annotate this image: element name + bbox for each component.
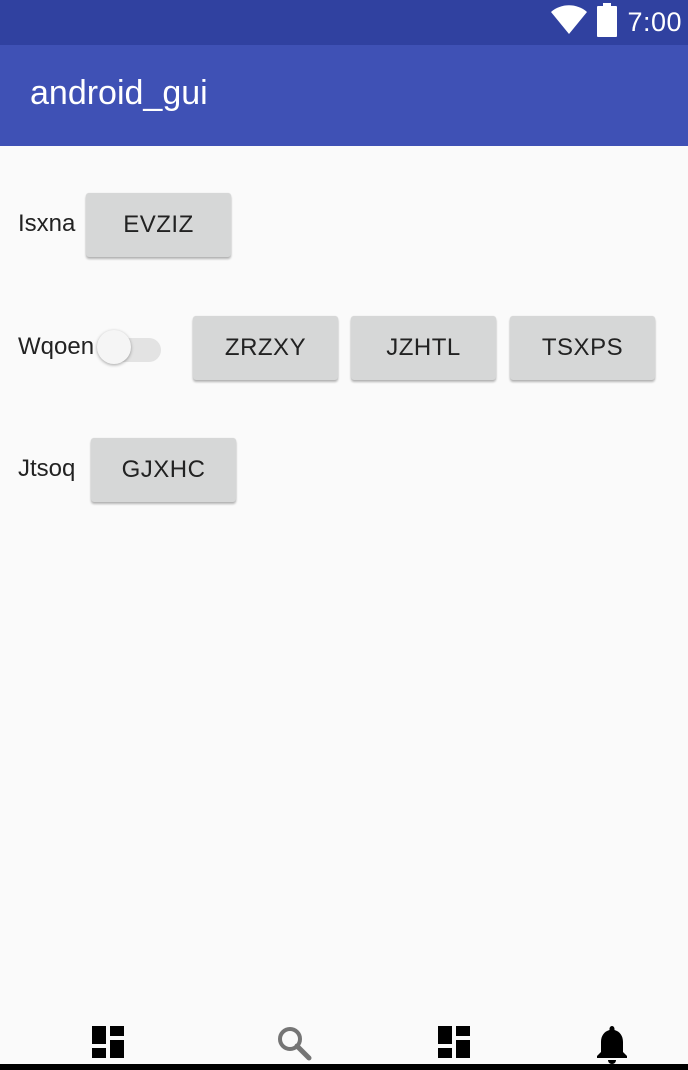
search-icon	[275, 1024, 315, 1069]
bottom-nav	[0, 1016, 688, 1070]
status-icons: 7:00	[551, 0, 682, 45]
tsxps-button[interactable]: TSXPS	[510, 316, 655, 380]
status-bar: 7:00	[0, 0, 688, 45]
app-title: android_gui	[30, 74, 208, 112]
wqoen-switch[interactable]	[97, 328, 163, 368]
row-label-wqoen: Wqoen	[18, 333, 95, 360]
nav-item-dashboard-1[interactable]	[88, 1024, 128, 1064]
nav-item-search[interactable]	[275, 1024, 315, 1064]
row-label-isxna: Isxna	[18, 210, 76, 237]
dashboard-icon	[90, 1024, 126, 1065]
switch-thumb[interactable]	[97, 330, 131, 364]
app-bar: android_gui	[0, 45, 688, 146]
content-area: Isxna EVZIZ Wqoen ZRZXY JZHTL TSXPS Jtso…	[0, 146, 688, 1016]
jzhtl-button[interactable]: JZHTL	[351, 316, 496, 380]
nav-item-notifications[interactable]	[592, 1024, 632, 1064]
dashboard-icon	[436, 1024, 472, 1065]
evziz-button[interactable]: EVZIZ	[86, 193, 231, 257]
notifications-icon	[594, 1024, 630, 1069]
row-label-jtsoq: Jtsoq	[18, 455, 76, 482]
zrzxy-button[interactable]: ZRZXY	[193, 316, 338, 380]
nav-item-dashboard-2[interactable]	[434, 1024, 474, 1064]
nav-bottom-edge	[0, 1064, 688, 1070]
status-time: 7:00	[627, 7, 682, 37]
wifi-icon	[551, 5, 588, 40]
battery-icon	[597, 3, 618, 42]
gjxhc-button[interactable]: GJXHC	[91, 438, 236, 502]
